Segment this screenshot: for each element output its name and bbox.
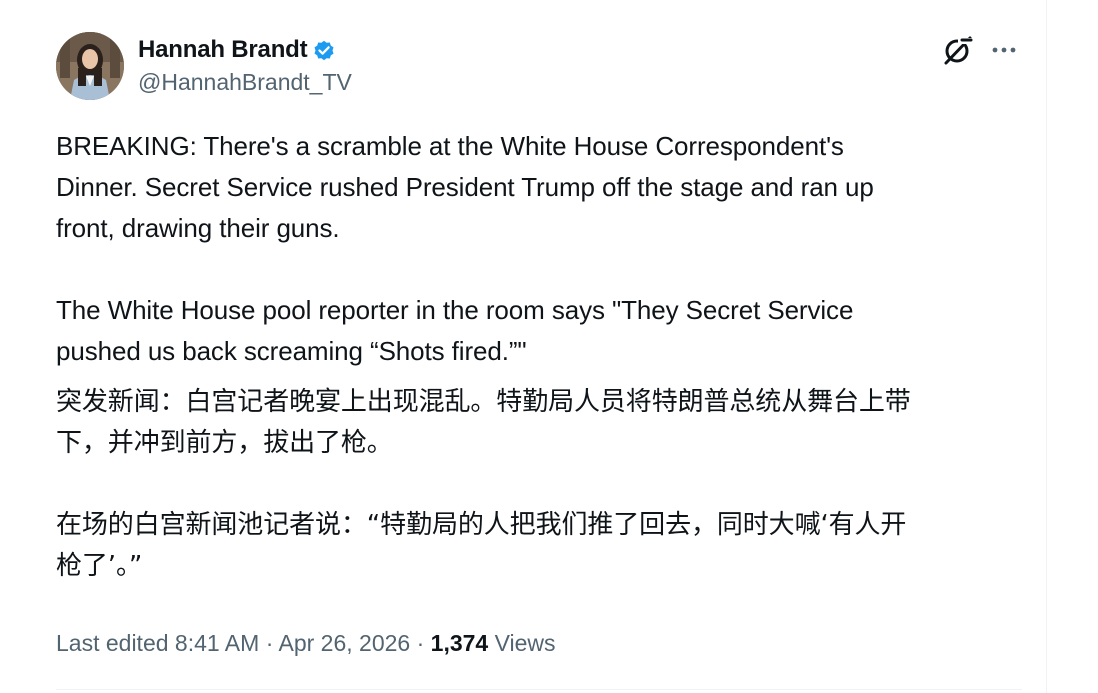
edited-timestamp-link[interactable]: Last edited 8:41 AM [56, 630, 259, 656]
display-name-row: Hannah Brandt [138, 35, 352, 65]
tweet-text-line: 枪了’。” [56, 551, 143, 581]
verified-badge-icon[interactable] [312, 38, 336, 62]
tweet-article: Hannah Brandt @HannahBrandt_TV BREAKING:… [56, 32, 1022, 587]
display-name[interactable]: Hannah Brandt [138, 36, 308, 64]
views-count[interactable]: 1,374 [431, 630, 489, 656]
tweet-text-paragraph: 在场的白宫新闻池记者说：“特勤局的人把我们推了回去，同时大喊‘有人开 枪了’。” [56, 505, 1022, 587]
divider [56, 689, 1022, 690]
tweet-text-line: The White House pool reporter in the roo… [56, 295, 854, 325]
tweet-text-line: BREAKING: There's a scramble at the Whit… [56, 131, 844, 161]
views-label: Views [488, 630, 556, 656]
timeline-border [1046, 0, 1047, 693]
more-options-icon[interactable] [990, 38, 1018, 62]
tweet-metadata: Last edited 8:41 AM · Apr 26, 2026 · 1,3… [56, 630, 556, 657]
tweet-text-line: Dinner. Secret Service rushed President … [56, 172, 874, 202]
author-handle[interactable]: @HannahBrandt_TV [138, 69, 352, 96]
meta-separator: · [410, 630, 431, 656]
tweet-text-line: 下，并冲到前方，拔出了枪。 [56, 428, 393, 458]
tweet-text-line: front, drawing their guns. [56, 213, 340, 243]
tweet-text-line: pushed us back screaming “Shots fired.”" [56, 336, 527, 366]
grok-icon[interactable] [942, 34, 974, 66]
avatar[interactable] [56, 32, 124, 100]
author-names: Hannah Brandt @HannahBrandt_TV [138, 35, 352, 96]
tweet-text-line: 在场的白宫新闻池记者说：“特勤局的人把我们推了回去，同时大喊‘有人开 [56, 510, 907, 540]
tweet-text: BREAKING: There's a scramble at the Whit… [56, 126, 1022, 587]
tweet-text-paragraph: BREAKING: There's a scramble at the Whit… [56, 126, 1022, 249]
tweet-text-line: 突发新闻：白宫记者晚宴上出现混乱。特勤局人员将特朗普总统从舞台上带 [56, 387, 911, 417]
tweet-text-paragraph: 突发新闻：白宫记者晚宴上出现混乱。特勤局人员将特朗普总统从舞台上带 下，并冲到前… [56, 382, 1022, 464]
meta-separator: · [259, 630, 279, 656]
tweet-header: Hannah Brandt @HannahBrandt_TV [56, 32, 1022, 102]
tweet-date-link[interactable]: Apr 26, 2026 [278, 630, 410, 656]
tweet-text-paragraph: The White House pool reporter in the roo… [56, 290, 1022, 372]
tweet-translation: 突发新闻：白宫记者晚宴上出现混乱。特勤局人员将特朗普总统从舞台上带 下，并冲到前… [56, 382, 1022, 587]
